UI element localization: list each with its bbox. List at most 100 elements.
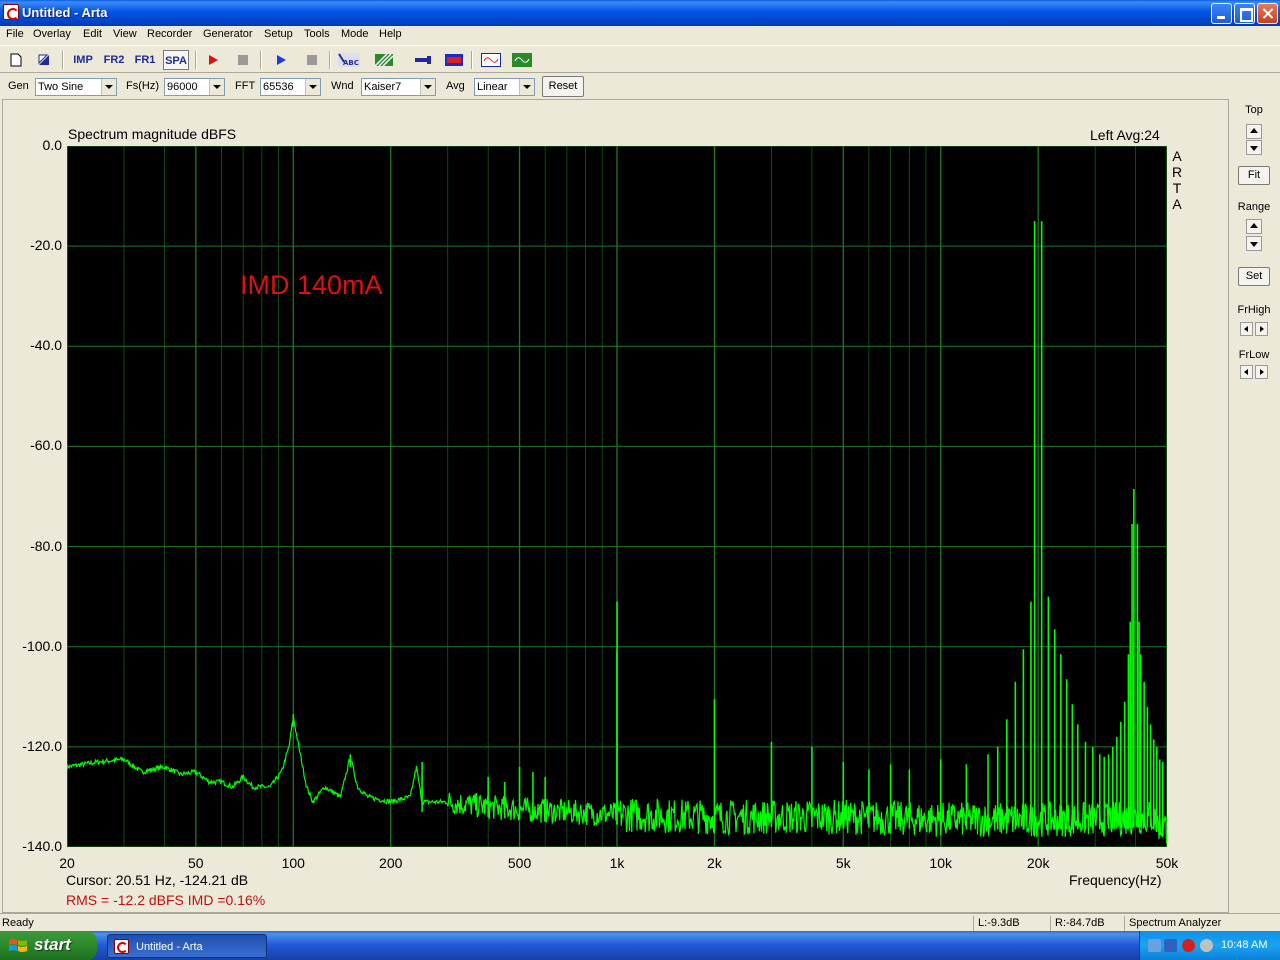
status-bar: Ready L:-9.3dB R:-84.7dB Spectrum Analyz… — [0, 913, 1280, 931]
logo-letter: A — [1172, 196, 1182, 212]
menu-help[interactable]: Help — [379, 28, 402, 40]
menu-recorder[interactable]: Recorder — [147, 28, 192, 40]
pattern-button[interactable] — [373, 50, 395, 70]
frlow-left-button[interactable] — [1240, 365, 1253, 379]
menu-generator[interactable]: Generator — [203, 28, 253, 40]
window-title: Untitled - Arta — [22, 5, 108, 20]
network-icon[interactable] — [1148, 939, 1161, 952]
y-tick-label: -40.0 — [30, 337, 62, 354]
x-tick-label: 50 — [188, 855, 204, 871]
status-right-level: R:-84.7dB — [1050, 916, 1124, 931]
averaging-select[interactable]: Linear — [474, 78, 535, 96]
top-down-button[interactable] — [1246, 140, 1262, 155]
fs-label: Fs(Hz) — [126, 80, 159, 92]
toolbar-separator — [260, 51, 262, 69]
generator-value: Two Sine — [38, 81, 84, 93]
maximize-button[interactable] — [1234, 3, 1255, 24]
chevron-down-icon[interactable] — [420, 79, 435, 95]
sample-rate-select[interactable]: 96000 — [164, 78, 225, 96]
x-tick-label: 200 — [379, 855, 403, 871]
menu-overlay[interactable]: Overlay — [33, 28, 71, 40]
range-down-button[interactable] — [1246, 236, 1262, 251]
imp-mode-button[interactable]: IMP — [70, 50, 96, 70]
toolbar-separator — [62, 51, 64, 69]
menu-view[interactable]: View — [113, 28, 137, 40]
menu-setup[interactable]: Setup — [264, 28, 293, 40]
start-button[interactable]: start — [0, 931, 97, 960]
logo-letter: A — [1172, 148, 1182, 164]
chevron-down-icon[interactable] — [209, 79, 224, 95]
spectrum-chart[interactable] — [67, 146, 1167, 847]
parameter-bar: Gen Two Sine Fs(Hz) 96000 FFT 65536 Wnd … — [0, 73, 1280, 99]
frhigh-left-button[interactable] — [1240, 322, 1253, 336]
title-bar: Untitled - Arta — [0, 0, 1280, 26]
menu-file[interactable]: File — [6, 28, 24, 40]
generator-play-button[interactable] — [270, 50, 292, 70]
chevron-down-icon[interactable] — [519, 79, 534, 95]
x-tick-label: 1k — [609, 855, 625, 871]
new-file-icon — [10, 53, 22, 67]
app-icon[interactable] — [3, 4, 19, 20]
logo-letter: T — [1172, 180, 1182, 196]
range-up-button[interactable] — [1246, 219, 1262, 234]
generator-select[interactable]: Two Sine — [35, 78, 117, 96]
top-label: Top — [1245, 104, 1263, 116]
open-file-button[interactable] — [33, 50, 55, 70]
frlow-label: FrLow — [1238, 349, 1270, 361]
fr1-mode-button[interactable]: FR1 — [132, 50, 158, 70]
volume-icon[interactable] — [1164, 939, 1177, 952]
spectrum-plot[interactable]: IMD 140mA — [67, 146, 1167, 847]
abc-button[interactable]: ABC — [337, 50, 361, 70]
security-shield-icon[interactable] — [1182, 939, 1195, 952]
display-icon[interactable] — [1200, 939, 1213, 952]
frhigh-label: FrHigh — [1237, 304, 1271, 316]
cursor-readout: Cursor: 20.51 Hz, -124.21 dB — [66, 872, 249, 888]
new-file-button[interactable] — [5, 50, 27, 70]
sample-rate-value: 96000 — [167, 81, 198, 93]
plot-annotation: IMD 140mA — [240, 270, 383, 300]
menu-mode[interactable]: Mode — [341, 28, 369, 40]
start-label: start — [34, 935, 71, 954]
level-meter-button[interactable] — [443, 50, 465, 70]
window-select[interactable]: Kaiser7 — [361, 78, 436, 96]
toolbar: IMP FR2 FR1 SPA ABC — [0, 45, 1280, 73]
generator-stop-button[interactable] — [301, 50, 323, 70]
probe-icon — [415, 56, 431, 64]
averaging-value: Linear — [477, 81, 508, 93]
spa-mode-button[interactable]: SPA — [163, 50, 189, 70]
status-ready: Ready — [2, 917, 34, 929]
fft-size-value: 65536 — [263, 81, 294, 93]
toolbar-separator — [329, 51, 331, 69]
y-tick-label: -20.0 — [30, 237, 62, 254]
chevron-down-icon[interactable] — [101, 79, 116, 95]
app-icon — [114, 939, 129, 954]
set-button[interactable]: Set — [1238, 267, 1270, 286]
y-tick-label: -80.0 — [30, 537, 62, 554]
frhigh-right-button[interactable] — [1255, 322, 1268, 336]
reset-button[interactable]: Reset — [542, 76, 584, 97]
record-button[interactable] — [202, 50, 224, 70]
status-mode: Spectrum Analyzer — [1124, 916, 1280, 931]
plot-title: Spectrum magnitude dBFS — [68, 126, 237, 142]
close-button[interactable] — [1257, 3, 1278, 24]
toolbar-separator — [471, 51, 473, 69]
stop-record-button[interactable] — [232, 50, 254, 70]
menu-edit[interactable]: Edit — [83, 28, 102, 40]
x-tick-label: 500 — [507, 855, 532, 871]
oscilloscope-button[interactable] — [511, 50, 533, 70]
signal-button[interactable] — [480, 50, 502, 70]
top-up-button[interactable] — [1246, 124, 1262, 139]
fft-size-select[interactable]: 65536 — [260, 78, 321, 96]
fr2-mode-button[interactable]: FR2 — [101, 50, 127, 70]
fit-button[interactable]: Fit — [1238, 166, 1270, 185]
menu-tools[interactable]: Tools — [304, 28, 330, 40]
clock: 10:48 AM — [1221, 939, 1268, 951]
x-tick-label: 100 — [281, 855, 305, 871]
minimize-button[interactable] — [1211, 3, 1232, 24]
frlow-right-button[interactable] — [1255, 365, 1268, 379]
chevron-down-icon[interactable] — [305, 79, 320, 95]
taskbar-item-arta[interactable]: Untitled - Arta — [107, 934, 267, 958]
toolbar-separator — [195, 51, 197, 69]
x-tick-label: 10k — [929, 855, 953, 871]
probe-button[interactable] — [412, 50, 434, 70]
